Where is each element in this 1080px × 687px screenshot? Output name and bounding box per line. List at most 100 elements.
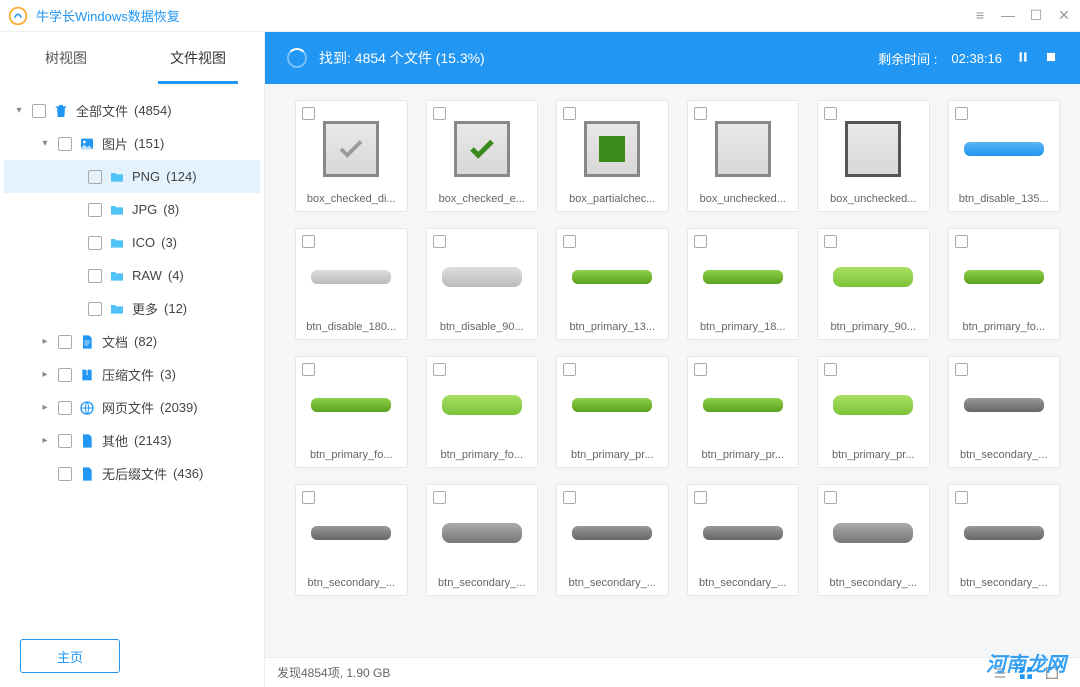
file-card[interactable]: btn_primary_pr... <box>687 356 800 468</box>
file-card[interactable]: btn_primary_13... <box>556 228 669 340</box>
file-name: btn_primary_fo... <box>949 317 1060 339</box>
tree-png[interactable]: PNG (124) <box>4 160 260 193</box>
checkbox[interactable] <box>563 363 576 376</box>
checkbox[interactable] <box>694 491 707 504</box>
file-card[interactable]: btn_disable_90... <box>426 228 539 340</box>
file-card[interactable]: box_checked_e... <box>426 100 539 212</box>
file-card[interactable]: btn_secondary_... <box>295 484 408 596</box>
tree-more[interactable]: 更多 (12) <box>4 292 260 325</box>
checkbox[interactable] <box>58 368 72 382</box>
checkbox[interactable] <box>433 235 446 248</box>
maximize-icon[interactable]: ☐ <box>1028 7 1044 24</box>
titlebar: 牛学长Windows数据恢复 ≡ — ☐ ✕ <box>0 0 1080 32</box>
file-card[interactable]: btn_secondary_... <box>556 484 669 596</box>
tab-tree-view[interactable]: 树视图 <box>0 32 132 84</box>
summary-text: 发现4854项, 1.90 GB <box>277 664 390 681</box>
app-title: 牛学长Windows数据恢复 <box>36 6 180 25</box>
checkbox[interactable] <box>955 363 968 376</box>
file-card[interactable]: btn_primary_pr... <box>556 356 669 468</box>
checkbox[interactable] <box>88 236 102 250</box>
checkbox[interactable] <box>88 203 102 217</box>
chevron-right-icon[interactable]: ▸ <box>38 435 52 446</box>
checkbox[interactable] <box>302 235 315 248</box>
file-card[interactable]: btn_primary_fo... <box>295 356 408 468</box>
file-card[interactable]: box_unchecked... <box>817 100 930 212</box>
file-name: btn_primary_18... <box>688 317 799 339</box>
file-name: btn_secondary_... <box>818 573 929 595</box>
chevron-right-icon[interactable]: ▸ <box>38 402 52 413</box>
folder-icon <box>108 201 126 219</box>
checkbox[interactable] <box>302 491 315 504</box>
file-card[interactable]: btn_secondary_... <box>426 484 539 596</box>
tree-label: 无后缀文件 <box>102 464 167 483</box>
checkbox[interactable] <box>563 491 576 504</box>
home-button[interactable]: 主页 <box>20 639 120 673</box>
tree-images[interactable]: ▾ 图片 (151) <box>4 127 260 160</box>
file-card[interactable]: btn_disable_135... <box>948 100 1061 212</box>
checkbox[interactable] <box>955 235 968 248</box>
checkbox[interactable] <box>824 107 837 120</box>
checkbox[interactable] <box>58 467 72 481</box>
tree-other[interactable]: ▸ 其他 (2143) <box>4 424 260 457</box>
file-card[interactable]: btn_primary_pr... <box>817 356 930 468</box>
file-card[interactable]: btn_primary_fo... <box>948 228 1061 340</box>
checkbox[interactable] <box>824 235 837 248</box>
checkbox[interactable] <box>824 363 837 376</box>
checkbox[interactable] <box>88 170 102 184</box>
file-name: btn_disable_180... <box>296 317 407 339</box>
tree-ico[interactable]: ICO (3) <box>4 226 260 259</box>
file-card[interactable]: box_checked_di... <box>295 100 408 212</box>
file-name: btn_primary_fo... <box>427 445 538 467</box>
minimize-icon[interactable]: — <box>1000 7 1016 24</box>
file-card[interactable]: btn_primary_fo... <box>426 356 539 468</box>
tree-all-files[interactable]: ▾ 全部文件 (4854) <box>4 94 260 127</box>
stop-icon[interactable] <box>1044 50 1058 67</box>
file-card[interactable]: btn_secondary_... <box>948 356 1061 468</box>
file-card[interactable]: box_partialchec... <box>556 100 669 212</box>
chevron-down-icon[interactable]: ▾ <box>38 138 52 149</box>
checkbox[interactable] <box>824 491 837 504</box>
checkbox[interactable] <box>58 137 72 151</box>
file-card[interactable]: btn_disable_180... <box>295 228 408 340</box>
checkbox[interactable] <box>955 107 968 120</box>
chevron-right-icon[interactable]: ▸ <box>38 369 52 380</box>
pause-icon[interactable] <box>1016 50 1030 67</box>
chevron-down-icon[interactable]: ▾ <box>12 105 26 116</box>
checkbox[interactable] <box>433 363 446 376</box>
checkbox[interactable] <box>32 104 46 118</box>
checkbox[interactable] <box>302 363 315 376</box>
checkbox[interactable] <box>955 491 968 504</box>
file-card[interactable]: btn_primary_18... <box>687 228 800 340</box>
file-card[interactable]: btn_secondary_... <box>687 484 800 596</box>
checkbox[interactable] <box>302 107 315 120</box>
checkbox[interactable] <box>58 434 72 448</box>
tab-file-view[interactable]: 文件视图 <box>132 32 264 84</box>
file-grid: box_checked_di...box_checked_e...box_par… <box>295 100 1060 596</box>
file-name: btn_primary_pr... <box>818 445 929 467</box>
tree-jpg[interactable]: JPG (8) <box>4 193 260 226</box>
menu-icon[interactable]: ≡ <box>972 7 988 24</box>
file-card[interactable]: btn_secondary_... <box>948 484 1061 596</box>
checkbox[interactable] <box>694 235 707 248</box>
checkbox[interactable] <box>58 335 72 349</box>
file-card[interactable]: btn_primary_90... <box>817 228 930 340</box>
chevron-right-icon[interactable]: ▸ <box>38 336 52 347</box>
checkbox[interactable] <box>433 107 446 120</box>
archive-icon <box>78 366 96 384</box>
tree-web[interactable]: ▸ 网页文件 (2039) <box>4 391 260 424</box>
tree-raw[interactable]: RAW (4) <box>4 259 260 292</box>
close-icon[interactable]: ✕ <box>1056 7 1072 24</box>
checkbox[interactable] <box>88 269 102 283</box>
file-card[interactable]: box_unchecked... <box>687 100 800 212</box>
checkbox[interactable] <box>694 107 707 120</box>
tree-zip[interactable]: ▸ 压缩文件 (3) <box>4 358 260 391</box>
checkbox[interactable] <box>563 235 576 248</box>
checkbox[interactable] <box>433 491 446 504</box>
tree-docs[interactable]: ▸ 文档 (82) <box>4 325 260 358</box>
tree-noext[interactable]: 无后缀文件 (436) <box>4 457 260 490</box>
checkbox[interactable] <box>563 107 576 120</box>
file-card[interactable]: btn_secondary_... <box>817 484 930 596</box>
checkbox[interactable] <box>694 363 707 376</box>
checkbox[interactable] <box>58 401 72 415</box>
checkbox[interactable] <box>88 302 102 316</box>
